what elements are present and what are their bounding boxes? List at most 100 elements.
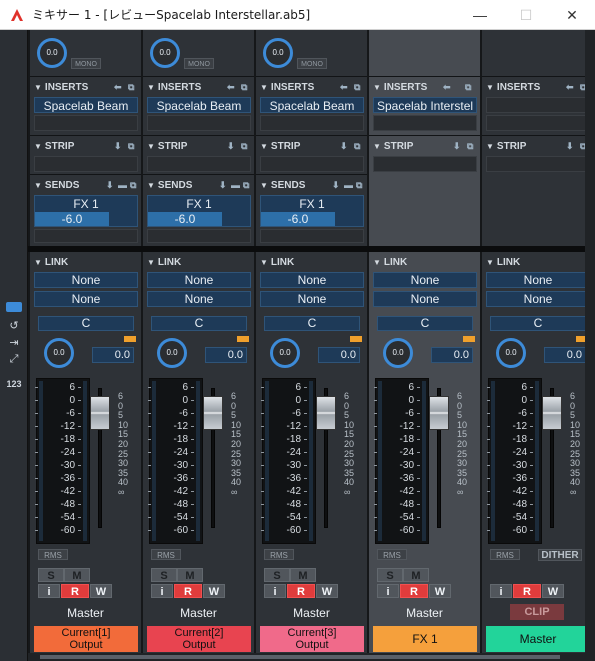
strip-header[interactable]: ▼ STRIP ⬇ ⧉ bbox=[482, 139, 593, 153]
strip-header[interactable]: ▼ STRIP ⬇ ⧉ bbox=[256, 139, 367, 153]
pan-knob[interactable]: 0.0 bbox=[270, 338, 300, 368]
copy-icon[interactable]: ⧉ bbox=[465, 82, 471, 93]
link-select-2[interactable]: None bbox=[373, 291, 477, 307]
pan-knob[interactable]: 0.0 bbox=[44, 338, 74, 368]
expand-icon[interactable]: ⤢ bbox=[6, 353, 22, 365]
output-routing[interactable]: Master bbox=[256, 604, 367, 622]
clip-indicator[interactable]: CLIP bbox=[510, 604, 564, 620]
strip-slot[interactable] bbox=[486, 156, 590, 172]
inserts-header[interactable]: ▼ INSERTS ⬅ ⧉ bbox=[30, 80, 141, 94]
mute-button[interactable]: M bbox=[64, 568, 90, 582]
write-automation-button[interactable]: W bbox=[429, 584, 451, 598]
channel-name[interactable]: Master bbox=[486, 626, 590, 652]
gain-value[interactable]: 0.0 bbox=[431, 347, 473, 363]
arrow-left-icon[interactable]: ⬅ bbox=[114, 82, 122, 93]
volume-fader[interactable] bbox=[542, 396, 562, 430]
gain-value[interactable]: 0.0 bbox=[318, 347, 360, 363]
volume-fader[interactable] bbox=[316, 396, 336, 430]
rms-button[interactable]: RMS bbox=[151, 549, 181, 560]
output-routing[interactable]: Master bbox=[30, 604, 141, 622]
pan-knob[interactable]: 0.0 bbox=[157, 338, 187, 368]
link-header[interactable]: ▼ LINK bbox=[143, 255, 254, 269]
mute-button[interactable]: M bbox=[290, 568, 316, 582]
link-header[interactable]: ▼ LINK bbox=[256, 255, 367, 269]
strip-slot[interactable] bbox=[260, 156, 364, 172]
arrow-down-icon[interactable]: ⬇ bbox=[219, 180, 227, 191]
copy-icon[interactable]: ⧉ bbox=[130, 180, 136, 191]
mono-button[interactable]: MONO bbox=[297, 58, 327, 69]
insert-slot-1[interactable] bbox=[486, 97, 590, 113]
send-slot-empty[interactable] bbox=[147, 229, 251, 243]
send-slot-empty[interactable] bbox=[34, 229, 138, 243]
send-level-bar[interactable]: -6.0 bbox=[261, 212, 335, 226]
copy-icon[interactable]: ⧉ bbox=[467, 141, 473, 152]
insert-slot-1[interactable]: Spacelab Beam bbox=[147, 97, 251, 113]
volume-fader[interactable] bbox=[90, 396, 110, 430]
toggle-icon[interactable]: ▬ bbox=[118, 180, 127, 190]
horizontal-scrollbar[interactable] bbox=[28, 653, 585, 661]
write-automation-button[interactable]: W bbox=[542, 584, 564, 598]
arrow-down-icon[interactable]: ⬇ bbox=[332, 180, 340, 191]
link-select-1[interactable]: None bbox=[147, 272, 251, 288]
send-level-bar[interactable]: -6.0 bbox=[35, 212, 109, 226]
arrow-down-icon[interactable]: ⬇ bbox=[453, 141, 461, 152]
link-header[interactable]: ▼ LINK bbox=[369, 255, 480, 269]
solo-button[interactable]: S bbox=[377, 568, 403, 582]
copy-icon[interactable]: ⧉ bbox=[354, 82, 360, 93]
copy-icon[interactable]: ⧉ bbox=[354, 141, 360, 152]
channel-name[interactable]: Current[3] Output bbox=[260, 626, 364, 652]
scrollbar-thumb[interactable] bbox=[40, 655, 560, 659]
strip-header[interactable]: ▼ STRIP ⬇ ⧉ bbox=[369, 139, 480, 153]
link-header[interactable]: ▼ LINK bbox=[482, 255, 593, 269]
copy-icon[interactable]: ⧉ bbox=[128, 141, 134, 152]
toggle-icon[interactable]: ▬ bbox=[344, 180, 353, 190]
arrow-left-icon[interactable]: ⬅ bbox=[443, 82, 451, 93]
write-automation-button[interactable]: W bbox=[203, 584, 225, 598]
arrow-down-icon[interactable]: ⬇ bbox=[566, 141, 574, 152]
insert-slot-2[interactable] bbox=[260, 115, 364, 131]
strip-slot[interactable] bbox=[34, 156, 138, 172]
read-automation-button[interactable]: R bbox=[400, 584, 428, 598]
link-select-2[interactable]: None bbox=[34, 291, 138, 307]
output-routing[interactable]: Master bbox=[369, 604, 480, 622]
input-pan-knob[interactable]: 0.0 bbox=[150, 38, 180, 68]
insert-slot-1[interactable]: Spacelab Beam bbox=[260, 97, 364, 113]
tune-display[interactable]: C bbox=[264, 316, 360, 331]
write-automation-button[interactable]: W bbox=[316, 584, 338, 598]
copy-icon[interactable]: ⧉ bbox=[243, 180, 249, 191]
channel-name[interactable]: Current[2] Output bbox=[147, 626, 251, 652]
link-select-1[interactable]: None bbox=[34, 272, 138, 288]
pan-knob[interactable]: 0.0 bbox=[383, 338, 413, 368]
arrow-left-icon[interactable]: ⬅ bbox=[227, 82, 235, 93]
send-level-bar[interactable]: -6.0 bbox=[148, 212, 222, 226]
mute-button[interactable]: M bbox=[403, 568, 429, 582]
mono-button[interactable]: MONO bbox=[184, 58, 214, 69]
insert-slot-2[interactable] bbox=[486, 115, 590, 131]
minimize-button[interactable]: — bbox=[457, 0, 503, 30]
channel-name[interactable]: Current[1] Output bbox=[34, 626, 138, 652]
pan-knob[interactable]: 0.0 bbox=[496, 338, 526, 368]
strip-slot[interactable] bbox=[373, 156, 477, 172]
link-select-2[interactable]: None bbox=[486, 291, 590, 307]
volume-fader[interactable] bbox=[203, 396, 223, 430]
link-select-1[interactable]: None bbox=[373, 272, 477, 288]
copy-icon[interactable]: ⧉ bbox=[241, 141, 247, 152]
arrow-left-icon[interactable]: ⬅ bbox=[566, 82, 574, 93]
solo-button[interactable]: S bbox=[38, 568, 64, 582]
tune-display[interactable]: C bbox=[151, 316, 247, 331]
link-header[interactable]: ▼ LINK bbox=[30, 255, 141, 269]
dither-button[interactable]: DITHER bbox=[538, 549, 582, 561]
channel-name[interactable]: FX 1 bbox=[373, 626, 477, 652]
insert-slot-2[interactable] bbox=[34, 115, 138, 131]
link-select-2[interactable]: None bbox=[147, 291, 251, 307]
rms-button[interactable]: RMS bbox=[490, 549, 520, 560]
solo-button[interactable]: S bbox=[264, 568, 290, 582]
rms-button[interactable]: RMS bbox=[377, 549, 407, 560]
input-monitor-button[interactable]: i bbox=[38, 584, 60, 598]
mute-button[interactable]: M bbox=[177, 568, 203, 582]
gain-value[interactable]: 0.0 bbox=[205, 347, 247, 363]
input-pan-knob[interactable]: 0.0 bbox=[37, 38, 67, 68]
send-slot-empty[interactable] bbox=[260, 229, 364, 243]
undo-icon[interactable]: ↺ bbox=[6, 320, 22, 332]
read-automation-button[interactable]: R bbox=[61, 584, 89, 598]
